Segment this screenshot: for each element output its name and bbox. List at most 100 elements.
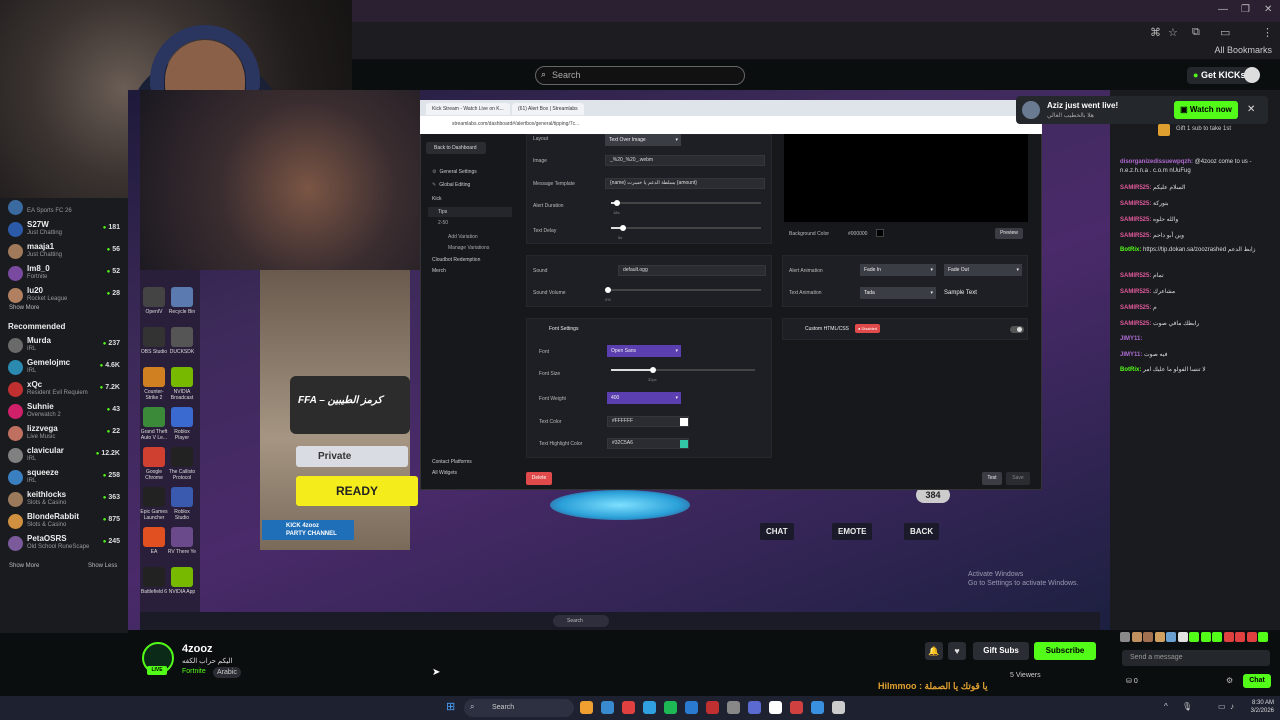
taskbar-app-icon[interactable]: [727, 701, 740, 714]
stream-title: اليكم حراب الكفه: [182, 658, 233, 665]
address-bar[interactable]: [352, 22, 1280, 42]
taskbar-app-icon[interactable]: [580, 701, 593, 714]
chat-username[interactable]: disorganizedissuewpqzh:: [1120, 159, 1193, 165]
chat-username[interactable]: SAMIR525:: [1120, 217, 1151, 223]
character-pad: [550, 490, 690, 520]
recommended-channel-row[interactable]: GemelojmcIRL 4.6K: [8, 358, 124, 378]
emote-icon[interactable]: [1200, 632, 1211, 642]
points-counter[interactable]: ⛁ 0: [1126, 677, 1138, 685]
sidepanel-icon[interactable]: ▭: [1220, 26, 1230, 39]
emote-icon[interactable]: [1235, 632, 1245, 642]
user-avatar[interactable]: [1244, 67, 1260, 83]
chat-username[interactable]: JIMY11:: [1120, 336, 1142, 342]
emote-icon[interactable]: [1189, 632, 1199, 642]
star-icon[interactable]: ☆: [1168, 26, 1178, 39]
gift-subs-button[interactable]: Gift Subs: [973, 642, 1029, 660]
taskbar-clock[interactable]: 8:30 AM 3/2/2026: [1244, 699, 1274, 715]
taskbar-app-icon[interactable]: [832, 701, 845, 714]
microphone-icon[interactable]: 🎙: [1182, 702, 1192, 711]
emote-icon[interactable]: [1223, 632, 1234, 642]
taskbar-app-icon[interactable]: [811, 701, 824, 714]
search-input[interactable]: Search: [535, 66, 745, 85]
taskbar-app-icon[interactable]: [664, 701, 677, 714]
chevron-up-icon[interactable]: ^: [1164, 702, 1168, 711]
private-button[interactable]: Private: [296, 446, 408, 467]
chat-send-button[interactable]: Chat: [1243, 674, 1271, 688]
chat-username[interactable]: SAMIR525:: [1120, 305, 1151, 311]
close-icon[interactable]: ✕: [1247, 104, 1255, 115]
streamer-name[interactable]: 4zooz: [182, 643, 213, 655]
chat-username[interactable]: BotRix:: [1120, 247, 1141, 253]
chat-username[interactable]: SAMIR525:: [1120, 273, 1151, 279]
taskbar-app-icon[interactable]: [622, 701, 635, 714]
taskbar-app-icon[interactable]: [601, 701, 614, 714]
following-channel-row[interactable]: maaja1Just Chatting 56: [8, 242, 124, 262]
network-icon[interactable]: ▭: [1218, 702, 1226, 711]
send-message-input[interactable]: Send a message: [1122, 650, 1270, 666]
chat-username[interactable]: SAMIR525:: [1120, 233, 1151, 239]
maximize-icon[interactable]: ❐: [1241, 4, 1250, 15]
bell-icon[interactable]: 🔔: [925, 642, 943, 660]
emote-icon[interactable]: [1246, 632, 1257, 642]
channel-category: IRL: [27, 368, 37, 374]
chat-username[interactable]: SAMIR525:: [1120, 201, 1151, 207]
recommended-channel-row[interactable]: MurdaIRL 237: [8, 336, 124, 356]
chat-message: SAMIR525: رابطك مافي صوت: [1120, 320, 1270, 329]
chat-username[interactable]: JIMY11:: [1120, 352, 1142, 358]
volume-icon[interactable]: ♪: [1230, 702, 1234, 711]
stream-category[interactable]: Fortnite: [182, 668, 206, 675]
recommended-channel-row[interactable]: lizzvegaLive Music 22: [8, 424, 124, 444]
nav-tips-range: 2-50: [438, 220, 449, 226]
recommended-channel-row[interactable]: BlondeRabbitSlots & Casino 875: [8, 512, 124, 532]
taskbar-app-icon[interactable]: [748, 701, 761, 714]
emote-icon[interactable]: [1166, 632, 1176, 642]
emote-icon[interactable]: [1143, 632, 1153, 642]
recommended-channel-row[interactable]: xQcResident Evil Requiem 7.2K: [8, 380, 124, 400]
emote-icon[interactable]: [1131, 632, 1142, 642]
recommended-channel-row[interactable]: PetaOSRSOld School RuneScape 245: [8, 534, 124, 554]
recommended-channel-row[interactable]: squeezeIRL 258: [8, 468, 124, 488]
language-tag[interactable]: Arabic: [213, 667, 241, 678]
translate-icon[interactable]: ⌘: [1150, 26, 1161, 39]
show-less-link[interactable]: Show Less: [88, 563, 117, 569]
desktop-app-label: Epic Games Launcher: [140, 509, 168, 521]
following-channel-row[interactable]: lm8_0Fortnite 52: [8, 264, 124, 284]
chat-username[interactable]: SAMIR525:: [1120, 321, 1151, 327]
chat-username[interactable]: SAMIR525:: [1120, 289, 1151, 295]
chat-username[interactable]: SAMIR525:: [1120, 185, 1151, 191]
close-window-icon[interactable]: ✕: [1264, 4, 1272, 15]
all-bookmarks[interactable]: All Bookmarks: [1214, 45, 1272, 55]
following-channel-row[interactable]: lu20Rocket League 28: [8, 286, 124, 306]
heart-icon[interactable]: ♥: [948, 642, 966, 660]
show-more-link[interactable]: Show More: [9, 305, 39, 311]
ready-button[interactable]: READY: [296, 476, 418, 506]
emote-icon[interactable]: [1154, 632, 1165, 642]
chat-username[interactable]: BotRix:: [1120, 367, 1141, 373]
gift-sub-prompt[interactable]: Gift 1 sub to take 1st: [1176, 126, 1231, 132]
emote-icon[interactable]: [1258, 632, 1268, 642]
taskbar-app-icon[interactable]: [706, 701, 719, 714]
menu-icon[interactable]: ⋮: [1262, 26, 1273, 39]
live-badge: LIVE: [147, 666, 167, 675]
extensions-icon[interactable]: ⧉: [1192, 26, 1200, 39]
recommended-channel-row[interactable]: keithlocksSlots & Casino 363: [8, 490, 124, 510]
chat-settings-icon[interactable]: ⚙: [1226, 676, 1233, 685]
following-channel-row[interactable]: S27WJust Chatting 181: [8, 220, 124, 240]
emote-icon[interactable]: [1120, 632, 1130, 642]
windows-start-icon[interactable]: ⊞: [446, 700, 455, 713]
subscribe-button[interactable]: Subscribe: [1034, 642, 1096, 660]
taskbar-search[interactable]: Search: [464, 699, 574, 717]
recommended-channel-row[interactable]: SuhnieOverwatch 2 43: [8, 402, 124, 422]
emote-icon[interactable]: [1177, 632, 1188, 642]
get-kicks-button[interactable]: ● Get KICKs: [1187, 67, 1252, 84]
following-channel-row[interactable]: EA Sports FC 26: [8, 198, 124, 218]
recommended-channel-row[interactable]: clavicularIRL 12.2K: [8, 446, 124, 466]
watch-now-button[interactable]: ▣ Watch now: [1174, 101, 1238, 119]
taskbar-app-icon[interactable]: [643, 701, 656, 714]
minimize-icon[interactable]: —: [1218, 4, 1228, 15]
emote-icon[interactable]: [1212, 632, 1222, 642]
taskbar-app-icon[interactable]: [790, 701, 803, 714]
taskbar-app-icon[interactable]: [685, 701, 698, 714]
show-more-link-2[interactable]: Show More: [9, 563, 39, 569]
taskbar-app-icon[interactable]: [769, 701, 782, 714]
